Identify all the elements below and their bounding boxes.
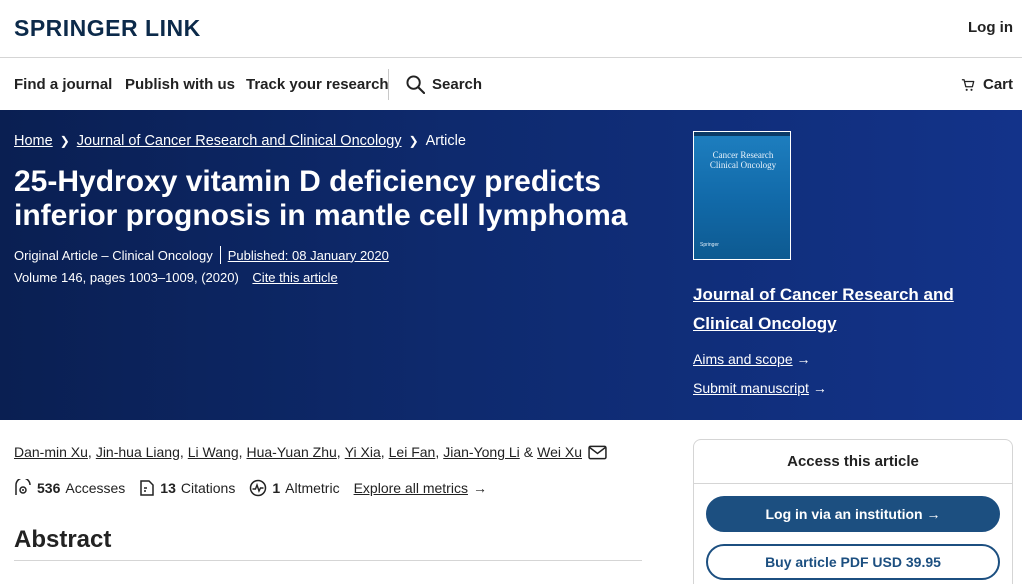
altmetric-metric: 1 Altmetric: [249, 479, 340, 497]
article-type: Original Article – Clinical Oncology: [14, 247, 213, 263]
cart-label: Cart: [982, 76, 1013, 93]
email-icon[interactable]: [588, 445, 607, 460]
search-button[interactable]: Search: [406, 75, 482, 94]
search-icon: [406, 75, 425, 94]
author-link[interactable]: Hua-Yuan Zhu: [247, 444, 337, 460]
chevron-right-icon: ❯: [408, 134, 419, 148]
metrics-row: 536 Accesses 13 Citations 1 Altmetric Ex…: [14, 479, 501, 497]
institution-login-button[interactable]: Log in via an institution →: [706, 496, 1000, 532]
breadcrumb-current: Article: [425, 133, 466, 149]
aims-scope-label: Aims and scope: [693, 351, 793, 367]
breadcrumb: Home ❯ Journal of Cancer Research and Cl…: [14, 133, 466, 149]
submit-manuscript-label: Submit manuscript: [693, 380, 809, 396]
cart-icon: [961, 78, 975, 91]
altmetric-icon: [250, 479, 267, 497]
article-volume: Volume 146, pages 1003–1009, (2020): [14, 270, 239, 285]
nav-divider: [388, 69, 389, 100]
citations-label: Citations: [180, 480, 236, 496]
altmetric-count: 1: [272, 480, 281, 496]
arrow-right-icon: →: [926, 506, 941, 522]
accesses-count: 536: [37, 480, 61, 496]
published-date[interactable]: Published: 08 January 2020: [228, 248, 389, 263]
author-link[interactable]: Li Wang: [188, 444, 239, 460]
accesses-icon: [15, 479, 31, 495]
nav-find-journal[interactable]: Find a journal: [14, 76, 112, 93]
main-nav: Find a journal Publish with us Track you…: [0, 59, 1022, 110]
journal-title-link[interactable]: Journal of Cancer Research and Clinical …: [693, 280, 1013, 338]
breadcrumb-journal[interactable]: Journal of Cancer Research and Clinical …: [77, 133, 402, 149]
journal-cover-image[interactable]: Cancer Research Clinical Oncology Spring…: [693, 131, 791, 260]
author-link[interactable]: Lei Fan: [389, 444, 436, 460]
author-ampersand: &: [523, 444, 534, 460]
aims-scope-link[interactable]: Aims and scope →: [693, 351, 811, 367]
explore-metrics-link[interactable]: Explore all metrics →: [354, 480, 487, 496]
author-link[interactable]: Wei Xu: [537, 444, 582, 460]
search-label: Search: [432, 76, 483, 93]
access-panel: Access this article Log in via an instit…: [693, 439, 1013, 584]
nav-publish[interactable]: Publish with us: [125, 76, 235, 93]
accesses-label: Accesses: [65, 480, 126, 496]
top-header: SPRINGER LINK Log in: [0, 0, 1022, 58]
citations-count: 13: [160, 480, 176, 496]
chevron-right-icon: ❯: [59, 134, 70, 148]
access-heading: Access this article: [694, 440, 1012, 484]
author-link[interactable]: Jin-hua Liang: [96, 444, 180, 460]
cover-strip: [694, 132, 790, 136]
cover-publisher: Springer: [700, 242, 719, 248]
arrow-right-icon: →: [472, 480, 487, 496]
nav-track-research[interactable]: Track your research: [246, 76, 389, 93]
arrow-right-icon: →: [812, 380, 827, 396]
article-meta: Original Article – Clinical Oncology Pub…: [14, 246, 389, 264]
submit-manuscript-link[interactable]: Submit manuscript →: [693, 380, 827, 396]
cart-button[interactable]: Cart: [961, 76, 1013, 93]
author-list: Dan-min Xu, Jin-hua Liang, Li Wang, Hua-…: [14, 444, 607, 460]
article-title: 25-Hydroxy vitamin D deficiency predicts…: [14, 165, 628, 232]
buy-pdf-button[interactable]: Buy article PDF USD 39.95: [706, 544, 1000, 580]
institution-login-label: Log in via an institution: [765, 506, 923, 522]
breadcrumb-home[interactable]: Home: [14, 133, 53, 149]
altmetric-label: Altmetric: [285, 480, 340, 496]
article-hero: Home ❯ Journal of Cancer Research and Cl…: [0, 110, 1022, 420]
meta-divider: [219, 246, 221, 264]
cite-article-link[interactable]: Cite this article: [252, 270, 337, 285]
article-volume-row: Volume 146, pages 1003–1009, (2020) Cite…: [14, 270, 338, 285]
author-link[interactable]: Yi Xia: [345, 444, 381, 460]
login-link[interactable]: Log in: [968, 19, 1013, 36]
abstract-divider: [14, 560, 642, 561]
abstract-heading: Abstract: [14, 526, 112, 553]
citations-icon: [140, 480, 155, 496]
arrow-right-icon: →: [796, 351, 811, 367]
author-link[interactable]: Dan-min Xu: [14, 444, 88, 460]
citations-metric: 13 Citations: [139, 479, 235, 497]
explore-metrics-label: Explore all metrics: [353, 480, 468, 496]
cover-title: Cancer Research Clinical Oncology: [709, 150, 777, 170]
accesses-metric: 536 Accesses: [14, 479, 125, 497]
author-link[interactable]: Jian-Yong Li: [443, 444, 520, 460]
springer-link-logo[interactable]: SPRINGER LINK: [14, 15, 201, 42]
